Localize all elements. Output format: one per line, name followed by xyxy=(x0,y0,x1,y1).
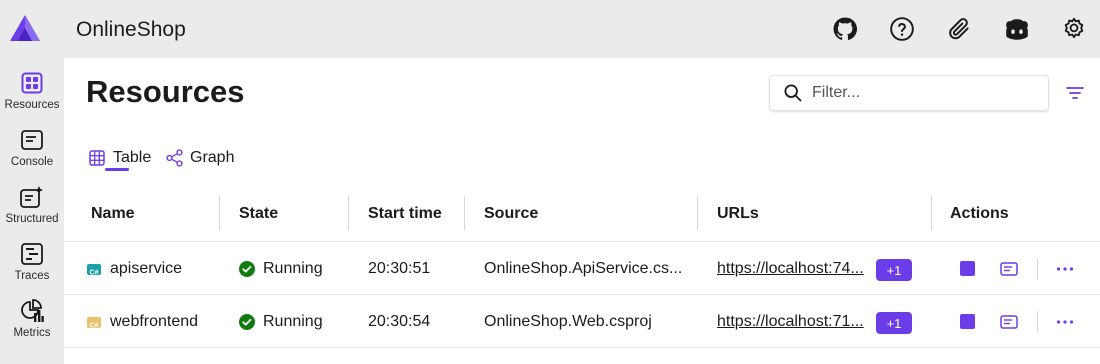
more-urls-badge[interactable]: +1 xyxy=(876,259,912,281)
row-divider xyxy=(64,347,1100,348)
nav-item-metrics[interactable]: Metrics xyxy=(0,292,64,348)
start-time: 20:30:54 xyxy=(368,313,431,330)
check-circle-icon xyxy=(239,314,255,330)
nav-item-label: Metrics xyxy=(13,327,51,339)
paperclip-icon[interactable] xyxy=(944,14,974,44)
column-header-urls[interactable]: URLs xyxy=(717,205,759,223)
column-header-source[interactable]: Source xyxy=(484,205,538,223)
page-title: Resources xyxy=(86,74,245,109)
source-text: OnlineShop.Web.csproj xyxy=(484,313,652,330)
more-actions-icon[interactable] xyxy=(1055,262,1075,276)
more-actions-icon[interactable] xyxy=(1055,315,1075,329)
column-header-state[interactable]: State xyxy=(239,205,278,223)
resource-name[interactable]: apiservice xyxy=(110,260,182,278)
app-title: OnlineShop xyxy=(76,18,186,41)
column-divider[interactable] xyxy=(697,196,698,230)
stop-button[interactable] xyxy=(960,314,975,329)
tab-graph[interactable]: Graph xyxy=(166,143,234,173)
app-header: OnlineShop xyxy=(0,0,1100,58)
filter-input[interactable] xyxy=(812,84,1032,102)
structured-icon xyxy=(19,184,45,210)
traces-icon xyxy=(19,241,45,267)
actions-divider xyxy=(1037,258,1038,280)
active-tab-indicator xyxy=(105,168,129,171)
more-urls-badge[interactable]: +1 xyxy=(876,312,912,334)
url-link[interactable]: https://localhost:71... xyxy=(717,313,867,331)
csharp-icon: C# xyxy=(87,264,101,277)
resource-name[interactable]: webfrontend xyxy=(110,313,198,331)
row-divider xyxy=(64,241,1100,242)
column-header-name[interactable]: Name xyxy=(91,205,135,223)
aspire-logo-icon[interactable] xyxy=(9,14,41,42)
nav-item-label: Console xyxy=(10,156,54,168)
github-icon[interactable] xyxy=(830,14,860,44)
svg-text:C#: C# xyxy=(90,270,99,277)
tab-label: Graph xyxy=(190,149,235,166)
side-nav: Resources Console Structured Traces Metr… xyxy=(0,58,64,364)
graph-icon xyxy=(166,149,184,167)
stop-button[interactable] xyxy=(960,261,975,276)
settings-icon[interactable] xyxy=(1059,14,1089,44)
nav-item-structured[interactable]: Structured xyxy=(0,178,64,234)
column-divider[interactable] xyxy=(348,196,349,230)
nav-item-label: Resources xyxy=(4,99,60,111)
column-divider[interactable] xyxy=(464,196,465,230)
state-text: Running xyxy=(263,260,323,277)
grid-icon xyxy=(19,70,45,96)
metrics-icon xyxy=(19,298,45,324)
source-text: OnlineShop.ApiService.cs... xyxy=(484,260,683,277)
filter-box[interactable] xyxy=(769,75,1049,111)
help-icon[interactable] xyxy=(887,14,917,44)
csharp-icon: C# xyxy=(87,317,101,330)
nav-item-label: Structured xyxy=(5,213,59,225)
tab-label: Table xyxy=(113,149,152,166)
filter-options-icon[interactable] xyxy=(1064,82,1086,104)
nav-item-console[interactable]: Console xyxy=(0,121,64,177)
console-logs-icon[interactable] xyxy=(1000,262,1018,276)
nav-item-traces[interactable]: Traces xyxy=(0,235,64,291)
start-time: 20:30:51 xyxy=(368,260,431,277)
nav-item-resources[interactable]: Resources xyxy=(0,64,64,120)
state-text: Running xyxy=(263,313,323,330)
search-icon xyxy=(784,84,802,102)
table-icon xyxy=(89,149,107,167)
row-divider xyxy=(64,294,1100,295)
console-logs-icon[interactable] xyxy=(1000,315,1018,329)
check-circle-icon xyxy=(239,261,255,277)
column-divider[interactable] xyxy=(219,196,220,230)
column-divider[interactable] xyxy=(931,196,932,230)
copilot-icon[interactable] xyxy=(1002,14,1032,44)
console-icon xyxy=(19,127,45,153)
svg-text:C#: C# xyxy=(90,323,99,330)
column-header-actions: Actions xyxy=(950,205,1009,222)
actions-divider xyxy=(1037,311,1038,333)
column-header-start-time[interactable]: Start time xyxy=(368,205,442,223)
url-link[interactable]: https://localhost:74... xyxy=(717,260,867,278)
nav-item-label: Traces xyxy=(14,270,50,282)
